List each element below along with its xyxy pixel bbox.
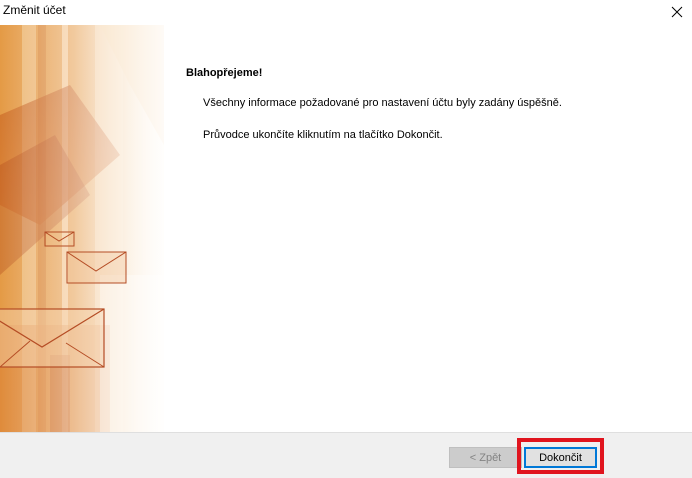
finish-button[interactable]: Dokončit (524, 447, 597, 468)
window-title: Změnit účet (3, 3, 66, 17)
back-button[interactable]: < Zpět (449, 447, 522, 468)
change-account-dialog: Změnit účet Blahopřejeme! Všechny inform… (0, 0, 692, 478)
medium-envelope-icon (66, 251, 127, 284)
finish-instruction: Průvodce ukončíte kliknutím na tlačítko … (203, 129, 443, 141)
close-button[interactable] (662, 0, 692, 24)
congrats-heading: Blahopřejeme! (186, 67, 263, 79)
large-envelope-icon (0, 308, 105, 368)
close-icon (671, 6, 683, 18)
success-message: Všechny informace požadované pro nastave… (203, 97, 562, 109)
title-bar: Změnit účet (0, 0, 692, 24)
wizard-banner-image (0, 25, 164, 432)
wizard-footer: < Zpět Dokončit (0, 432, 692, 478)
wizard-content: Blahopřejeme! Všechny informace požadova… (164, 25, 692, 432)
